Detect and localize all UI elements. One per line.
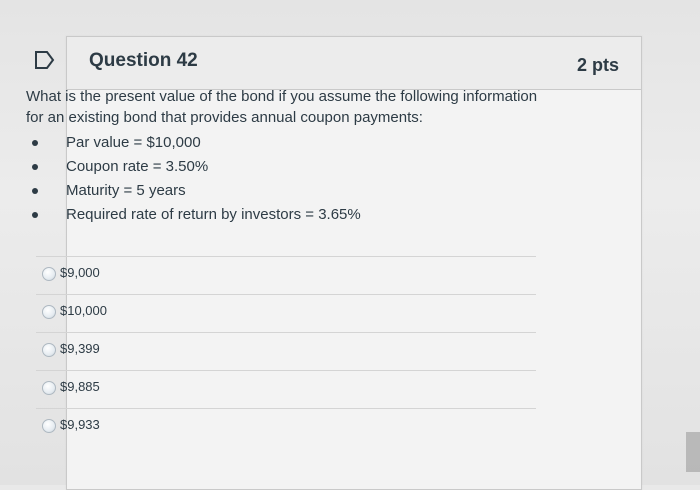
list-item: Required rate of return by investors = 3… [26,203,556,227]
answer-label[interactable]: $9,885 [60,379,100,394]
answer-label[interactable]: $10,000 [60,303,107,318]
bullet-icon [32,188,38,194]
question-text: What is the present value of the bond if… [26,88,538,126]
question-title: Question 42 [89,50,198,71]
radio-button[interactable] [42,305,56,319]
answer-option[interactable]: $9,399 [36,332,536,370]
answer-option[interactable]: $10,000 [36,294,536,332]
question-details-list: Par value = $10,000 Coupon rate = 3.50% … [26,131,556,227]
list-item: Maturity = 5 years [26,179,556,203]
detail-required-return: Required rate of return by investors = 3… [66,206,361,223]
bullet-icon [32,212,38,218]
answer-label[interactable]: $9,933 [60,417,100,432]
scrollbar-thumb[interactable] [686,432,700,472]
bullet-icon [32,164,38,170]
list-item: Coupon rate = 3.50% [26,155,556,179]
answer-label[interactable]: $9,399 [60,341,100,356]
detail-par-value: Par value = $10,000 [66,134,201,151]
answer-list: $9,000 $10,000 $9,399 $9,885 $9,933 [36,256,536,446]
bullet-icon [32,140,38,146]
answer-option[interactable]: $9,933 [36,408,536,446]
detail-coupon-rate: Coupon rate = 3.50% [66,158,209,175]
list-item: Par value = $10,000 [26,131,556,155]
answer-option[interactable]: $9,000 [36,256,536,294]
radio-button[interactable] [42,343,56,357]
radio-button[interactable] [42,267,56,281]
question-points: 2 pts [576,55,619,75]
flag-icon[interactable] [34,50,56,70]
radio-button[interactable] [42,381,56,395]
detail-maturity: Maturity = 5 years [66,182,186,199]
answer-option[interactable]: $9,885 [36,370,536,408]
question-header: Question 42 2 pts [67,37,641,90]
radio-button[interactable] [42,419,56,433]
question-body: What is the present value of the bond if… [26,86,556,227]
answer-label[interactable]: $9,000 [60,265,100,280]
